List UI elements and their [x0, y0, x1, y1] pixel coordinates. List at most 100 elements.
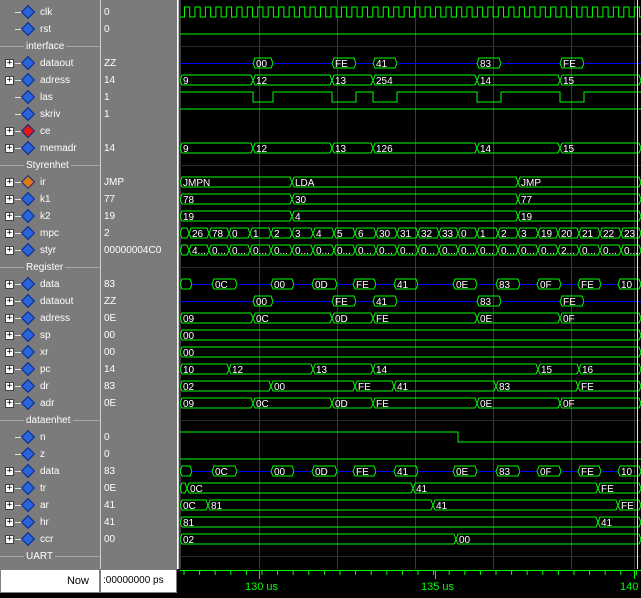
bus-value: 00: [183, 348, 195, 359]
expand-icon[interactable]: +: [5, 127, 14, 136]
expand-icon[interactable]: +: [5, 382, 14, 391]
bus-value: 78: [212, 229, 224, 240]
signal-name: pc: [40, 364, 51, 375]
expand-icon[interactable]: +: [5, 297, 14, 306]
signal-blue-diamond-icon: [20, 497, 36, 513]
bus-value: 2: [274, 229, 280, 240]
bus-value: 13: [316, 365, 328, 376]
signal-value: 2: [104, 228, 110, 239]
time-label: 130 us: [245, 581, 279, 593]
bus-value: JMPN: [183, 178, 210, 189]
signal-group-header[interactable]: interface: [0, 38, 101, 55]
expand-icon[interactable]: +: [5, 280, 14, 289]
bus-value: 41: [601, 518, 613, 529]
expand-icon[interactable]: +: [5, 229, 14, 238]
expand-icon[interactable]: +: [5, 178, 14, 187]
signal-row-n[interactable]: n: [0, 429, 101, 446]
bus-segment: [372, 363, 539, 375]
bus-value: 0...: [501, 246, 515, 257]
expand-icon[interactable]: +: [5, 518, 14, 527]
signal-row-ir[interactable]: + ir: [0, 174, 101, 191]
signal-row-dr[interactable]: + dr: [0, 378, 101, 395]
bus-segment: [517, 193, 641, 205]
waveform-pane[interactable]: 00 FE 41 83 FE 9 12 13 254 14 15 9 12 13 126 14 15 JMPN LD…: [180, 0, 641, 569]
signal-row-memadr[interactable]: + memadr: [0, 140, 101, 157]
expand-icon[interactable]: +: [5, 76, 14, 85]
signal-group-header[interactable]: dataenhet: [0, 412, 101, 429]
signal-row-pc[interactable]: + pc: [0, 361, 101, 378]
bus-value: 41: [397, 382, 409, 393]
bus-value: 83: [480, 297, 492, 308]
expand-icon[interactable]: +: [5, 331, 14, 340]
bus-segment: [393, 380, 497, 392]
bus-segment: [517, 210, 641, 222]
signal-row-clk[interactable]: clk: [0, 4, 101, 21]
waveform-adress: 09 0C 0D FE 0E 0F: [180, 312, 641, 325]
signal-value-pane: 0 0 ZZ 14 1 1 14 JMP 77 19 2 00000004C0 83 ZZ 0E 00 00 14…: [101, 0, 177, 569]
bus-value: FE: [563, 297, 576, 308]
expand-icon[interactable]: +: [5, 535, 14, 544]
signal-row-adress[interactable]: + adress: [0, 310, 101, 327]
bus-value: 02: [183, 535, 195, 546]
signal-value: 1: [104, 109, 110, 120]
bus-value: 41: [416, 484, 428, 495]
signal-blue-diamond-icon: [20, 276, 36, 292]
signal-row-las[interactable]: las: [0, 89, 101, 106]
signal-row-styr[interactable]: + styr: [0, 242, 101, 259]
signal-row-hr[interactable]: + hr: [0, 514, 101, 531]
signal-row-data[interactable]: + data: [0, 463, 101, 480]
expand-icon[interactable]: +: [5, 484, 14, 493]
signal-value-cell: JMP: [101, 174, 177, 191]
expand-icon[interactable]: +: [5, 144, 14, 153]
signal-row-rst[interactable]: rst: [0, 21, 101, 38]
expand-icon[interactable]: +: [5, 195, 14, 204]
bus-value: 0F: [563, 314, 575, 325]
signal-row-z[interactable]: z: [0, 446, 101, 463]
bus-value: 0...: [421, 246, 435, 257]
signal-group-header[interactable]: Register: [0, 259, 101, 276]
signal-value: 0: [104, 432, 110, 443]
bus-value: 81: [183, 518, 195, 529]
expand-icon[interactable]: +: [5, 246, 14, 255]
bus-value: 0C: [190, 484, 203, 495]
signal-row-adr[interactable]: + adr: [0, 395, 101, 412]
signal-row-dataout[interactable]: + dataout: [0, 293, 101, 310]
signal-value: 00: [104, 330, 116, 341]
signal-name: hr: [40, 517, 49, 528]
bus-value: 9: [183, 144, 189, 155]
expand-icon[interactable]: +: [5, 365, 14, 374]
bus-value: 0: [461, 229, 467, 240]
expand-icon[interactable]: +: [5, 314, 14, 323]
signal-value-cell: 19: [101, 208, 177, 225]
signal-row-ce[interactable]: + ce: [0, 123, 101, 140]
bus-value: 02: [183, 382, 195, 393]
signal-name: tr: [40, 483, 47, 494]
signal-row-xr[interactable]: + xr: [0, 344, 101, 361]
signal-value-cell: 41: [101, 497, 177, 514]
signal-row-data[interactable]: + data: [0, 276, 101, 293]
expand-icon[interactable]: +: [5, 348, 14, 357]
bus-value: 0F: [540, 280, 552, 291]
expand-icon[interactable]: +: [5, 212, 14, 221]
expand-icon[interactable]: +: [5, 399, 14, 408]
expand-icon[interactable]: +: [5, 501, 14, 510]
signal-row-ar[interactable]: + ar: [0, 497, 101, 514]
expand-icon[interactable]: +: [5, 467, 14, 476]
signal-row-ccr[interactable]: + ccr: [0, 531, 101, 548]
signal-group-header[interactable]: Styrenhet: [0, 157, 101, 174]
signal-row-k1[interactable]: + k1: [0, 191, 101, 208]
bus-value: 0D: [315, 280, 328, 291]
signal-row-skriv[interactable]: skriv: [0, 106, 101, 123]
signal-group-header[interactable]: UART: [0, 548, 101, 565]
signal-row-tr[interactable]: + tr: [0, 480, 101, 497]
signal-row-dataout[interactable]: + dataout: [0, 55, 101, 72]
signal-row-mpc[interactable]: + mpc: [0, 225, 101, 242]
signal-value-cell: [101, 123, 177, 140]
signal-row-sp[interactable]: + sp: [0, 327, 101, 344]
signal-row-adress[interactable]: + adress: [0, 72, 101, 89]
signal-row-k2[interactable]: + k2: [0, 208, 101, 225]
waveform-canvas[interactable]: 00 FE 41 83 FE9 12 13 254 14 159 12 13 126 14 15JMPN LD…: [180, 0, 641, 569]
signal-value-cell: 00000004C0: [101, 242, 177, 259]
now-label: Now: [0, 569, 100, 593]
expand-icon[interactable]: +: [5, 59, 14, 68]
